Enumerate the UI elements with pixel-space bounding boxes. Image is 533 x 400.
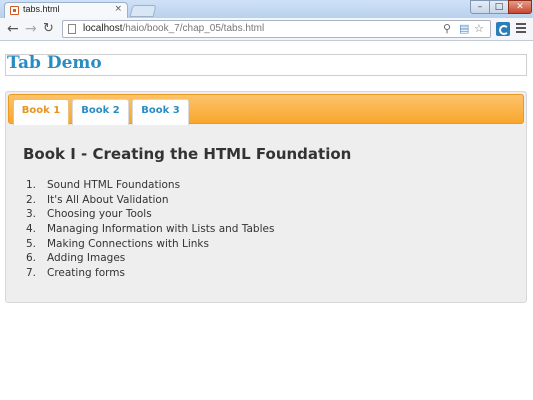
browser-toolbar: ← → ↻ localhost/haio/book_7/chap_05/tabs… — [0, 18, 533, 41]
extension-button-icon[interactable] — [496, 22, 510, 36]
list-item: 3. Choosing your Tools — [26, 207, 274, 222]
html-file-icon — [10, 6, 19, 15]
list-item-text: Creating forms — [47, 267, 125, 280]
extension-icon[interactable]: ▤ — [459, 23, 469, 35]
url-path: /haio/book_7/chap_05/tabs.html — [122, 23, 265, 34]
list-item-number: 4. — [26, 223, 37, 236]
page-header: Tab Demo — [5, 53, 527, 76]
search-icon[interactable]: ⚲ — [443, 23, 451, 35]
tabs-widget: Book 1 Book 2 Book 3 Book I - Creating t… — [5, 91, 527, 303]
new-tab-button[interactable] — [129, 5, 157, 17]
address-bar[interactable]: localhost/haio/book_7/chap_05/tabs.html … — [62, 20, 491, 38]
url-host: localhost — [83, 23, 123, 34]
list-item-number: 3. — [26, 208, 37, 221]
tab-book-2[interactable]: Book 2 — [72, 99, 129, 125]
menu-icon[interactable] — [516, 23, 526, 34]
list-item: 4. Managing Information with Lists and Ta… — [26, 222, 274, 237]
list-item-text: Sound HTML Foundations — [47, 179, 181, 191]
browser-tab[interactable]: tabs.html × — [4, 2, 128, 18]
tab-book-3[interactable]: Book 3 — [132, 99, 189, 125]
minimize-button[interactable]: – — [470, 0, 490, 14]
reload-icon[interactable]: ↻ — [43, 22, 54, 36]
close-tab-icon[interactable]: × — [114, 4, 122, 14]
tab-nav-bar: Book 1 Book 2 Book 3 — [8, 94, 524, 125]
list-item-text: Managing Information with Lists and Tabl… — [47, 223, 275, 236]
list-item-text: Choosing your Tools — [47, 208, 152, 221]
list-item-number: 1. — [26, 179, 37, 191]
list-item: 6. Adding Images — [26, 251, 274, 266]
list-item: 5. Making Connections with Links — [26, 237, 274, 252]
page-title: Tab Demo — [7, 53, 102, 73]
url-text[interactable]: localhost/haio/book_7/chap_05/tabs.html — [83, 23, 264, 34]
list-item-text: Making Connections with Links — [47, 237, 209, 250]
panel-heading: Book I - Creating the HTML Foundation — [23, 145, 352, 163]
list-item: 7. Creating forms — [26, 266, 274, 281]
list-item-number: 7. — [26, 267, 37, 280]
list-item-number: 2. — [26, 193, 37, 206]
list-item-text: Adding Images — [47, 252, 126, 265]
list-item: 2. It's All About Validation — [26, 193, 274, 208]
back-arrow-icon[interactable]: ← — [7, 22, 19, 36]
list-item-text: It's All About Validation — [47, 193, 169, 206]
list-item-number: 5. — [26, 237, 37, 250]
list-item: 1. Sound HTML Foundations — [26, 178, 274, 193]
tab-book-1[interactable]: Book 1 — [13, 99, 69, 125]
browser-tab-title: tabs.html — [23, 4, 60, 14]
list-item-number: 6. — [26, 252, 37, 265]
close-window-button[interactable]: ✕ — [508, 0, 532, 14]
bookmark-star-icon[interactable]: ☆ — [474, 23, 484, 35]
page-icon — [68, 24, 76, 34]
maximize-button[interactable]: □ — [489, 0, 509, 14]
chapter-list: 1. Sound HTML Foundations 2. It's All Abou… — [26, 178, 274, 281]
browser-title-bar: tabs.html × – □ ✕ — [0, 0, 533, 18]
forward-arrow-icon[interactable]: → — [25, 22, 37, 36]
